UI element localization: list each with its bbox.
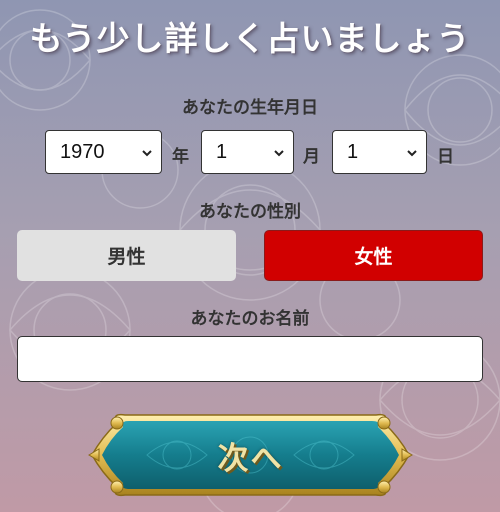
gender-female-button[interactable]: 女性	[264, 230, 483, 281]
birthdate-label: あなたの生年月日	[182, 98, 318, 118]
month-unit-label: 月	[303, 147, 320, 167]
birth-day-value: 1	[347, 140, 359, 163]
birth-year-select[interactable]: 1970	[45, 130, 162, 174]
year-unit-label: 年	[172, 147, 189, 167]
day-unit-label: 日	[437, 147, 454, 167]
birth-month-value: 1	[216, 140, 228, 163]
next-button[interactable]: 次へ	[87, 409, 414, 501]
gender-male-button[interactable]: 男性	[17, 230, 236, 281]
name-input[interactable]	[17, 336, 483, 382]
birth-year-value: 1970	[60, 140, 105, 163]
name-label: あなたのお名前	[190, 309, 310, 329]
chevron-down-icon	[407, 150, 417, 157]
page-title: もう少し詳しく占いましょう	[29, 19, 471, 58]
fortune-form: もう少し詳しく占いましょう あなたの生年月日 1970 年 1 月 1 日 あな…	[0, 0, 500, 512]
next-button-label: 次へ	[217, 440, 284, 477]
chevron-down-icon	[274, 150, 284, 157]
chevron-down-icon	[142, 150, 152, 157]
birth-day-select[interactable]: 1	[332, 130, 427, 174]
gender-label: あなたの性別	[199, 202, 301, 222]
birth-month-select[interactable]: 1	[201, 130, 294, 174]
